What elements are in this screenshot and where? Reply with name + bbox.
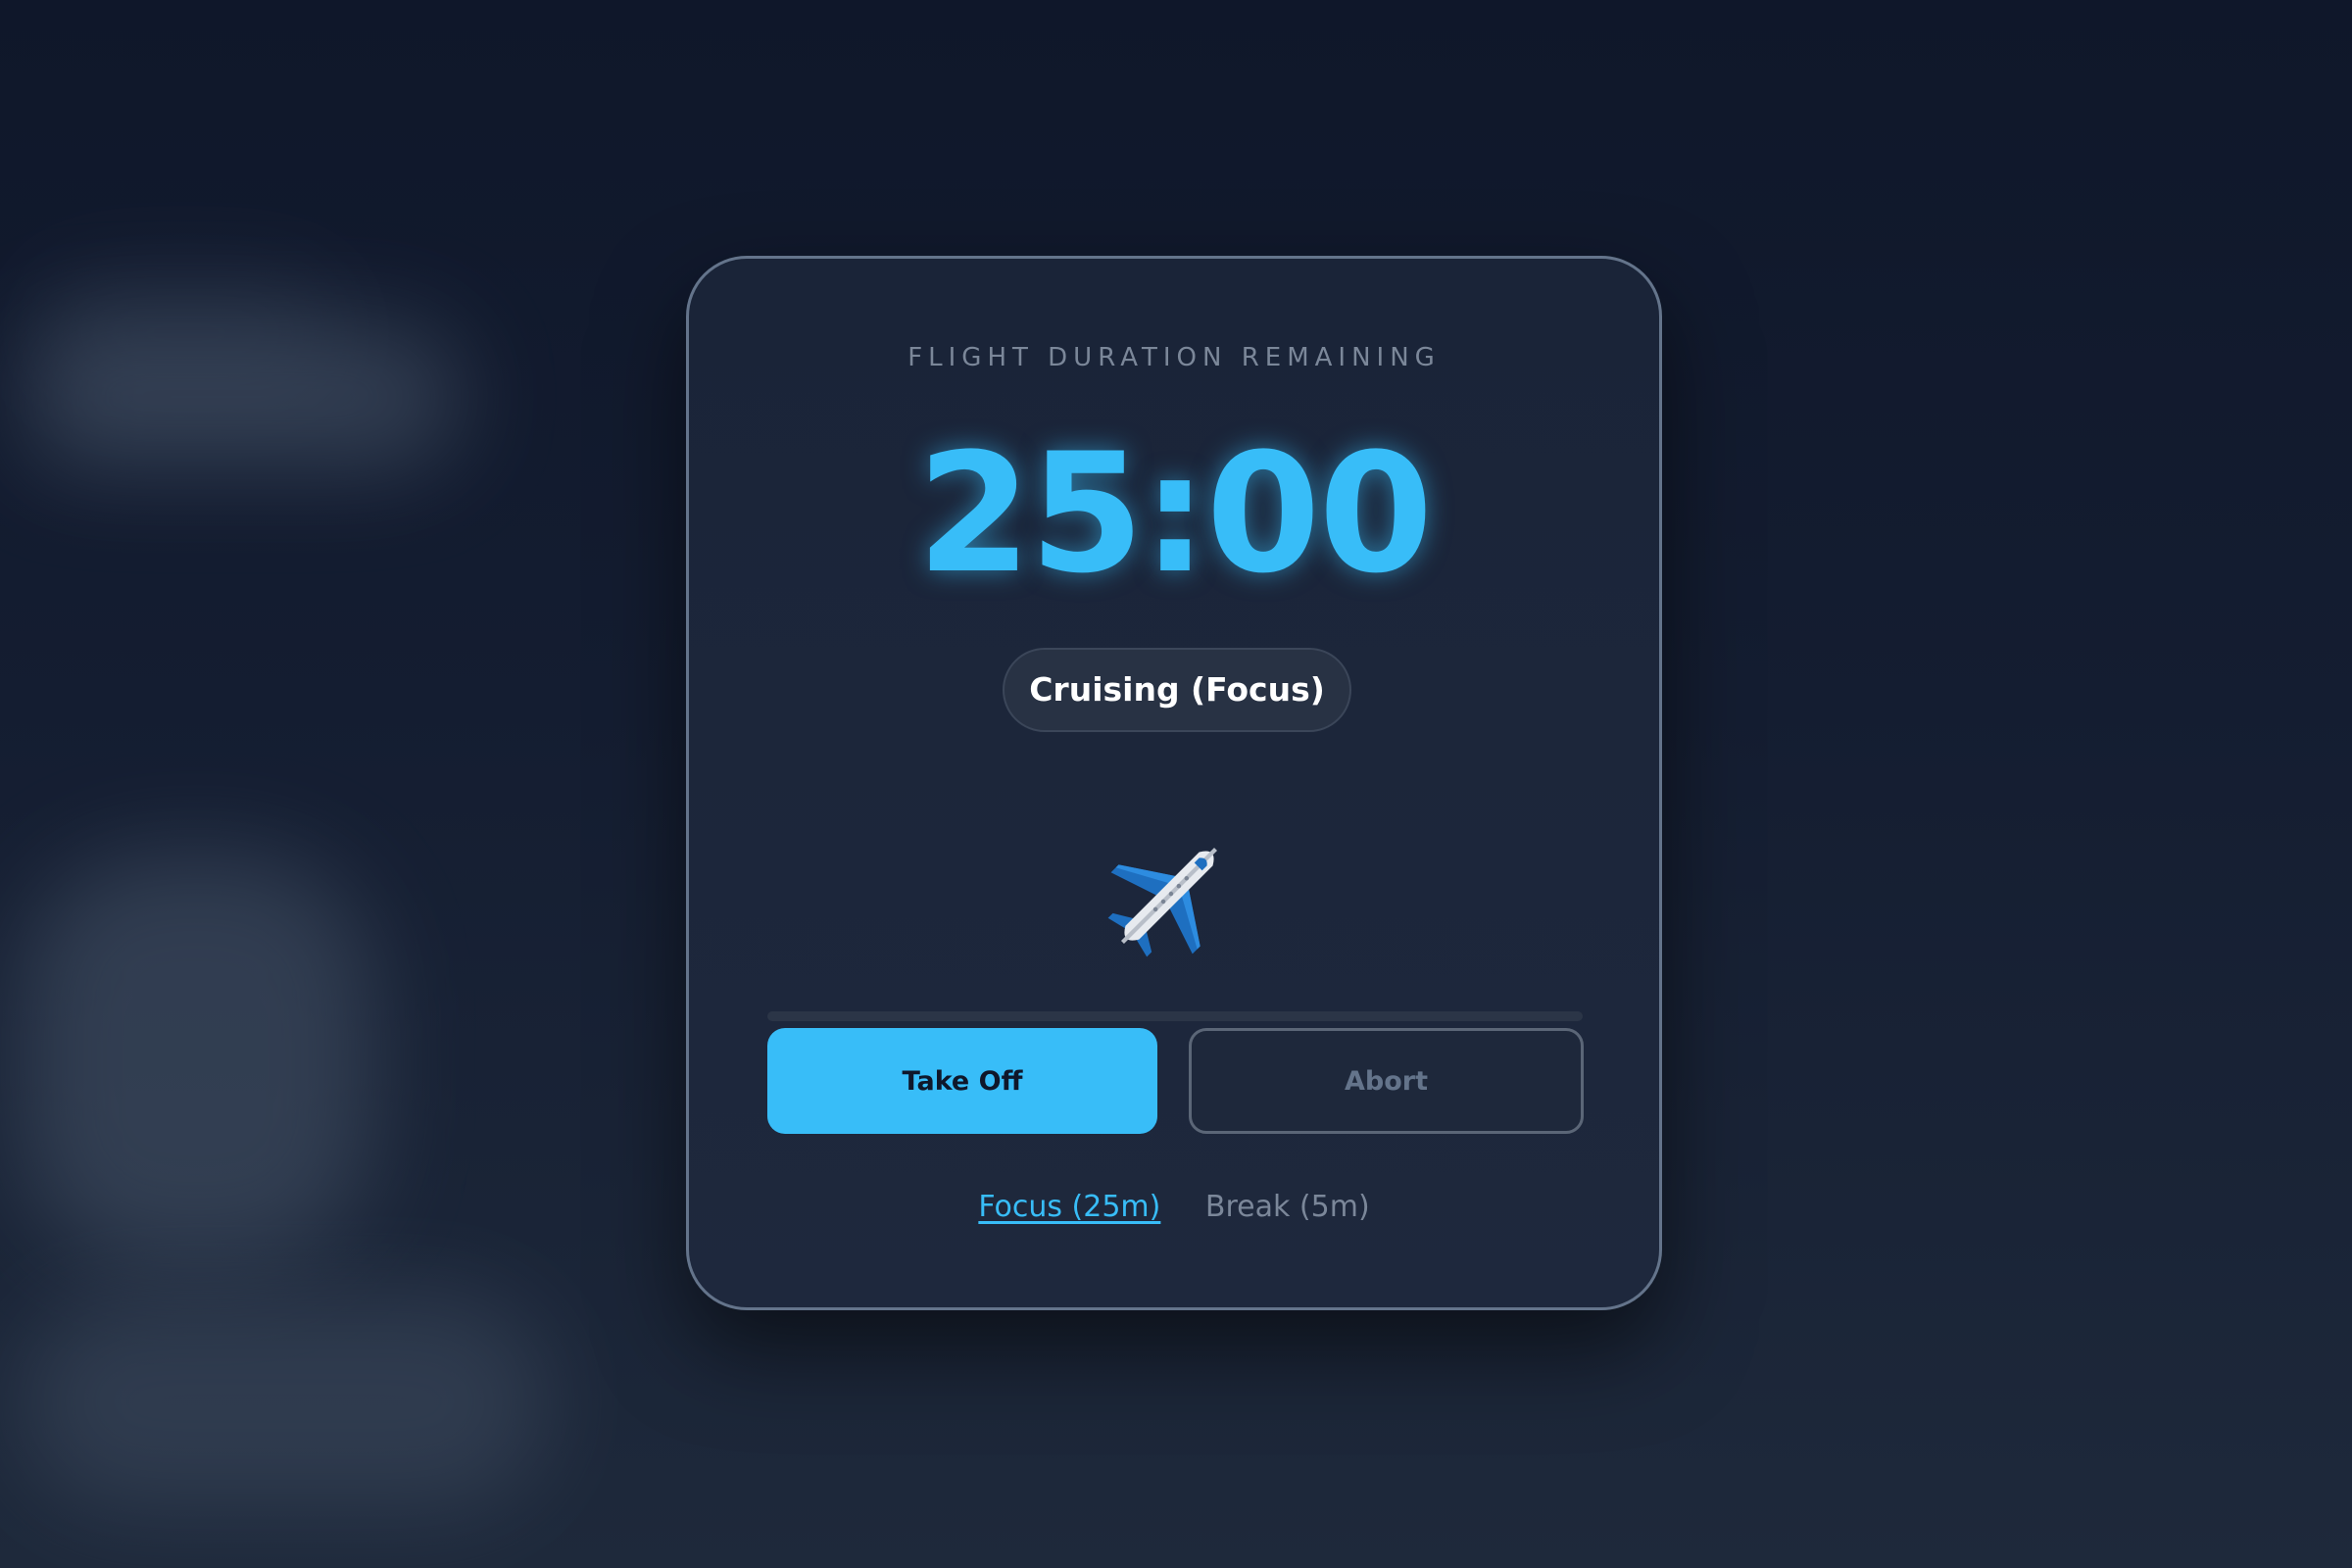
- mode-selector: Focus (25m) Break (5m): [689, 1190, 1659, 1224]
- flight-progress-bar: [767, 1011, 1583, 1021]
- countdown-display: 25:00: [916, 417, 1434, 610]
- timer-card: FLIGHT DURATION REMAINING 25:00 Cruising…: [686, 256, 1662, 1310]
- background-cloud: [20, 1294, 549, 1509]
- status-badge: Cruising (Focus): [1003, 648, 1351, 732]
- timer-label: FLIGHT DURATION REMAINING: [907, 343, 1441, 372]
- airplane-icon: [1107, 848, 1217, 957]
- take-off-button[interactable]: Take Off: [767, 1028, 1157, 1134]
- abort-button[interactable]: Abort: [1189, 1028, 1584, 1134]
- background-cloud: [20, 853, 372, 1264]
- mode-break-link[interactable]: Break (5m): [1205, 1190, 1370, 1224]
- mode-focus-link[interactable]: Focus (25m): [978, 1190, 1160, 1224]
- background-cloud: [29, 323, 461, 470]
